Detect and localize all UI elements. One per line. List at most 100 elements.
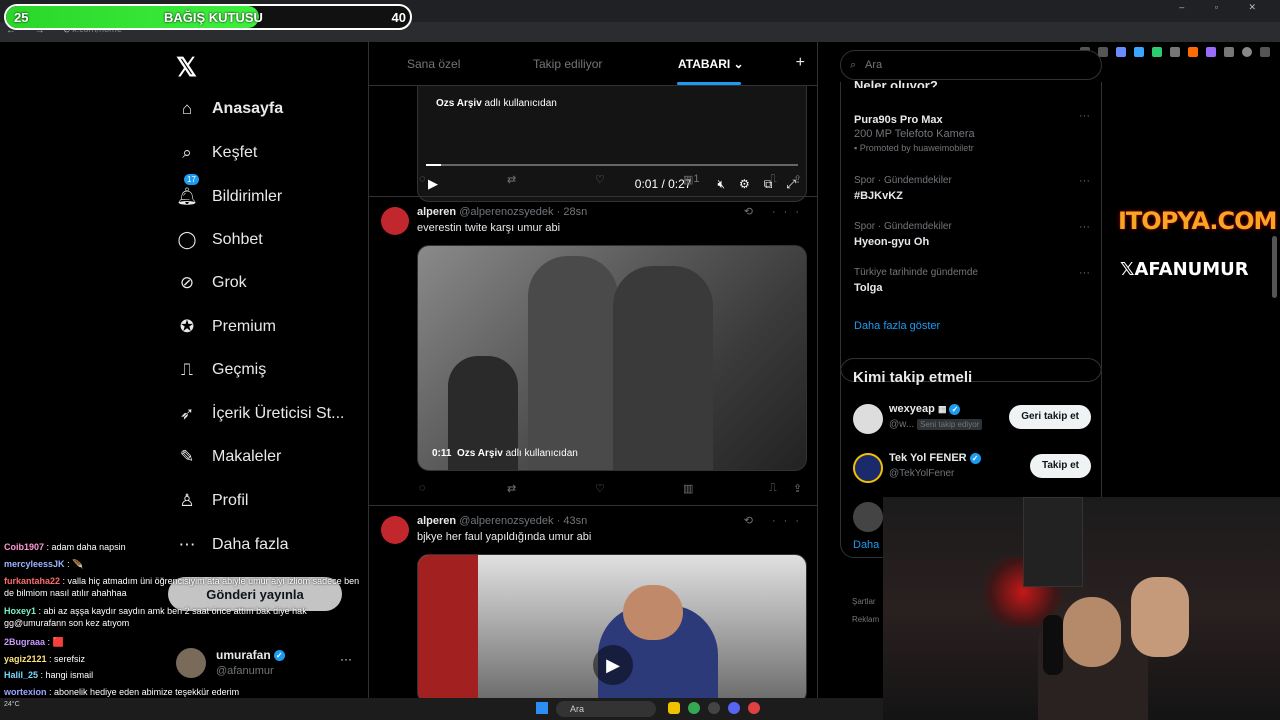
notification-badge: 17 bbox=[184, 174, 199, 185]
chat-icon: ◯ bbox=[177, 230, 197, 249]
tab-for-you[interactable]: Sana özel bbox=[407, 57, 460, 71]
more-icon[interactable]: ··· bbox=[1079, 110, 1090, 122]
suggestion-name: wexyeap bbox=[889, 403, 935, 415]
tweet[interactable]: alperen @alperenozsyedek · 43sn ⟲ ··· bj… bbox=[369, 505, 817, 720]
sidebar-item-label: İçerik Üreticisi St... bbox=[212, 405, 345, 422]
retweet-icon[interactable]: ⇄ bbox=[507, 173, 516, 186]
star-icon[interactable] bbox=[1116, 47, 1126, 57]
tweet-author-name[interactable]: alperen bbox=[417, 515, 456, 527]
tweet[interactable]: alperen @alperenozsyedek · 28sn ⟲ ··· ev… bbox=[369, 196, 817, 506]
tweet-header: alperen @alperenozsyedek · 28sn bbox=[417, 206, 587, 218]
like-icon[interactable]: ♡ bbox=[595, 173, 605, 186]
timeline[interactable]: Sana özel Takip ediliyor ATABARI ⌄ + Ozs… bbox=[368, 42, 818, 720]
extension-icon[interactable] bbox=[1134, 47, 1144, 57]
follow-suggestion[interactable]: Tek Yol FENER ✓ @TekYolFener Takip et bbox=[853, 450, 1091, 486]
trend-item[interactable]: Türkiye tarihinde gündemde Tolga ··· bbox=[854, 267, 1090, 294]
avatar[interactable] bbox=[853, 453, 883, 483]
sidebar-item-bookmark[interactable]: ⎍ Geçmiş bbox=[176, 355, 266, 385]
donation-bar: 25 BAĞIŞ KUTUSU 40 bbox=[4, 4, 412, 30]
extension-icon[interactable] bbox=[1170, 47, 1180, 57]
extension-icon[interactable] bbox=[1188, 47, 1198, 57]
avatar[interactable] bbox=[853, 404, 883, 434]
windows-start-icon[interactable] bbox=[536, 702, 548, 714]
follow-suggestion[interactable]: wexyeap ▦ ✓ @w... Seni takip ediyor Geri t… bbox=[853, 401, 1091, 437]
sidebar-item-premium[interactable]: ✪ Premium bbox=[176, 312, 276, 342]
profile-icon[interactable] bbox=[1242, 47, 1252, 57]
sidebar-item-bell[interactable]: 🔔︎ 17 Bildirimler bbox=[176, 174, 282, 212]
sidebar-item-rocket[interactable]: ➶ İçerik Üreticisi St... bbox=[176, 399, 345, 429]
follow-button[interactable]: Takip et bbox=[1029, 454, 1091, 478]
tab-following[interactable]: Takip ediliyor bbox=[533, 57, 602, 71]
trend-title: Pura90s Pro Max bbox=[854, 114, 943, 126]
views-icon[interactable]: ▥ 1 bbox=[683, 173, 700, 186]
menu-icon[interactable] bbox=[1260, 47, 1270, 57]
verified-icon: ✓ bbox=[949, 403, 961, 415]
ads-link[interactable]: Reklam bbox=[852, 615, 879, 624]
chat-message: yagiz2121 : serefsiz bbox=[4, 653, 369, 665]
sidebar-item-profile[interactable]: ♙ Profil bbox=[176, 486, 248, 516]
show-more-link[interactable]: Daha fazla göster bbox=[854, 320, 940, 332]
tweet-author-handle[interactable]: @alperenozsyedek bbox=[459, 206, 553, 218]
more-icon[interactable]: ··· bbox=[1079, 221, 1090, 233]
extension-icon[interactable] bbox=[1224, 47, 1234, 57]
views-icon[interactable]: ▥ bbox=[683, 482, 693, 495]
sidebar-item-chat[interactable]: ◯ Sohbet bbox=[176, 225, 262, 255]
taskbar-search[interactable]: Ara bbox=[556, 701, 656, 717]
window-controls[interactable]: – ▫ ✕ bbox=[1179, 2, 1270, 13]
sidebar-item-grok[interactable]: ⊘ Grok bbox=[176, 268, 247, 298]
webcam-overlay bbox=[883, 497, 1280, 720]
sidebar-item-search[interactable]: ⌕ Keşfet bbox=[176, 138, 257, 168]
trend-item[interactable]: Spor · Gündemdekiler #BJKvKZ ··· bbox=[854, 175, 1090, 202]
add-tab-icon[interactable]: + bbox=[796, 54, 805, 72]
tweet-video[interactable]: 0:11 Ozs Arşiv adlı kullanıcıdan bbox=[417, 245, 807, 471]
app-icon[interactable] bbox=[748, 702, 760, 714]
file-explorer-icon[interactable] bbox=[668, 702, 680, 714]
like-icon[interactable]: ♡ bbox=[595, 482, 605, 495]
discord-icon[interactable] bbox=[728, 702, 740, 714]
extension-icon[interactable] bbox=[1206, 47, 1216, 57]
reply-icon[interactable]: ◌ bbox=[419, 482, 426, 494]
x-logo-icon[interactable]: 𝕏 bbox=[176, 52, 197, 83]
scrollbar[interactable] bbox=[1272, 236, 1277, 298]
tweet-menu-icon[interactable]: ⟲ ··· bbox=[744, 514, 807, 527]
terms-link[interactable]: Şartlar bbox=[852, 597, 876, 606]
sidebar-item-article[interactable]: ✎ Makaleler bbox=[176, 442, 281, 472]
bookmark-icon[interactable]: ⎍ bbox=[769, 482, 777, 495]
trend-item[interactable]: Spor · Gündemdekiler Hyeon-gyu Oh ··· bbox=[854, 221, 1090, 248]
weather-widget[interactable]: 24°C bbox=[4, 701, 20, 708]
suggestion-handle: @TekYolFener bbox=[889, 468, 955, 479]
avatar[interactable] bbox=[853, 502, 883, 532]
chrome-icon[interactable] bbox=[688, 702, 700, 714]
taskbar-apps bbox=[668, 702, 760, 714]
tweet-timestamp[interactable]: · 28sn bbox=[557, 206, 588, 218]
follow-back-button[interactable]: Geri takip et bbox=[1009, 405, 1091, 429]
taskbar: Ara bbox=[0, 698, 883, 720]
obs-icon[interactable] bbox=[708, 702, 720, 714]
show-more-link[interactable]: Daha bbox=[853, 539, 879, 551]
tweet-author-name[interactable]: alperen bbox=[417, 206, 456, 218]
chat-username: wortexion bbox=[4, 687, 47, 697]
play-icon[interactable]: ▶ bbox=[593, 645, 633, 685]
reply-icon[interactable]: ◌ bbox=[419, 173, 426, 185]
microphone bbox=[1043, 615, 1063, 675]
trend-item[interactable]: Pura90s Pro Max 200 MP Telefoto Kamera ▪… bbox=[854, 110, 1090, 153]
home-icon: ⌂ bbox=[181, 99, 193, 118]
sidebar-item-home[interactable]: ⌂ Anasayfa bbox=[176, 94, 283, 124]
more-icon[interactable]: ··· bbox=[1079, 267, 1090, 279]
tweet-menu-icon[interactable]: ⟲ ··· bbox=[744, 205, 807, 218]
retweet-icon[interactable]: ⇄ bbox=[507, 482, 516, 495]
avatar[interactable] bbox=[381, 207, 409, 235]
avatar[interactable] bbox=[381, 516, 409, 544]
tweet-author-handle[interactable]: @alperenozsyedek bbox=[459, 515, 553, 527]
bookmark-icon[interactable]: ⎍ bbox=[769, 173, 777, 186]
video-progress-bar[interactable] bbox=[426, 164, 798, 166]
search-input[interactable]: ⌕ Ara bbox=[840, 50, 1102, 80]
trend-title: Hyeon-gyu Oh bbox=[854, 236, 930, 248]
tab-list[interactable]: ATABARI ⌄ bbox=[678, 57, 744, 71]
tweet-timestamp[interactable]: · 43sn bbox=[557, 515, 588, 527]
tweet-video[interactable]: ▶ bbox=[417, 554, 807, 704]
share-icon[interactable]: ⇪ bbox=[793, 482, 802, 495]
share-icon[interactable]: ⇪ bbox=[793, 173, 802, 186]
more-icon[interactable]: ··· bbox=[1079, 175, 1090, 187]
extension-icon[interactable] bbox=[1152, 47, 1162, 57]
